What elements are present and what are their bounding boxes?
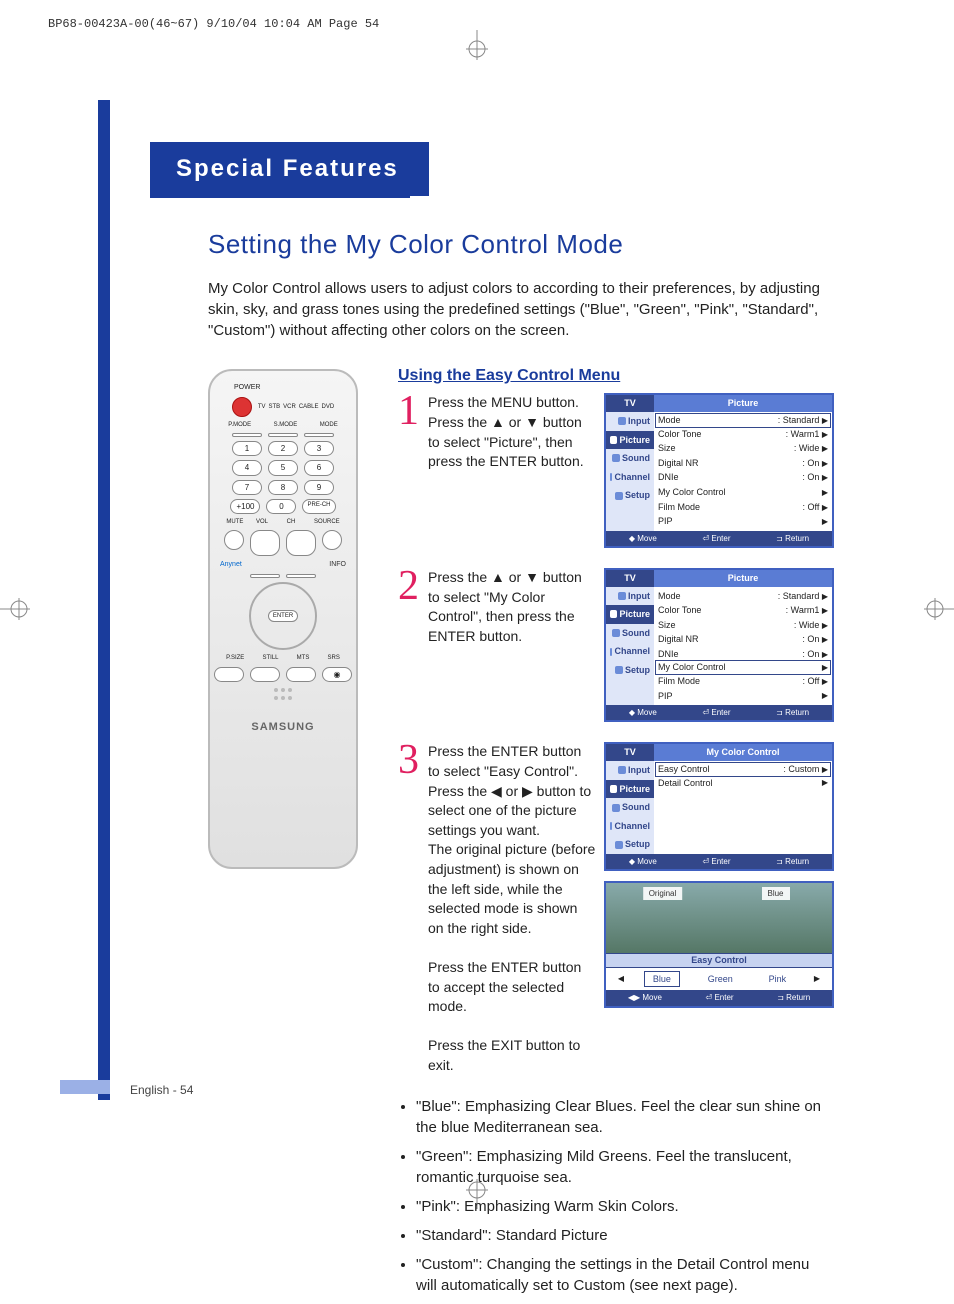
mode-description-list: "Blue": Emphasizing Clear Blues. Feel th…	[398, 1096, 834, 1296]
print-job-tag: BP68-00423A-00(46~67) 9/10/04 10:04 AM P…	[48, 16, 379, 33]
step-text: Press the ▲ or ▼ button to select "My Co…	[428, 568, 604, 646]
sub-header: Using the Easy Control Menu	[398, 365, 834, 387]
step-text: Press the ENTER button to select "Easy C…	[428, 742, 604, 1075]
power-button-icon	[232, 397, 252, 417]
intro-paragraph: My Color Control allows users to adjust …	[208, 278, 834, 341]
footer-accent	[60, 1080, 110, 1094]
remote-illustration: POWER TVSTBVCRCABLEDVD P.MODES.MODEMODE …	[208, 369, 358, 869]
list-item: "Blue": Emphasizing Clear Blues. Feel th…	[416, 1096, 834, 1138]
osd-picture-menu: TVPicture Input Picture Sound Channel Se…	[604, 393, 834, 548]
list-item: "Green": Emphasizing Mild Greens. Feel t…	[416, 1146, 834, 1188]
osd-picture-menu-highlight: TVPicture Input Picture Sound Channel Se…	[604, 568, 834, 723]
step-number: 1	[398, 393, 428, 431]
list-item: "Pink": Emphasizing Warm Skin Colors.	[416, 1196, 834, 1217]
section-title: Special Features	[150, 142, 429, 196]
list-item: "Standard": Standard Picture	[416, 1225, 834, 1246]
brand-logo: SAMSUNG	[220, 720, 346, 735]
side-rule	[98, 100, 110, 1100]
crop-mark-icon	[924, 594, 954, 624]
list-item: "Custom": Changing the settings in the D…	[416, 1254, 834, 1296]
crop-mark-icon	[462, 30, 492, 60]
page-number: English - 54	[130, 1082, 193, 1099]
page-title: Setting the My Color Control Mode	[208, 226, 834, 262]
section-rule	[150, 196, 410, 198]
step-number: 3	[398, 742, 428, 780]
step-number: 2	[398, 568, 428, 606]
osd-easy-control-preview: Original Blue Easy Control ◀ Blue Green …	[604, 881, 834, 1007]
crop-mark-icon	[0, 594, 30, 624]
step-text: Press the MENU button. Press the ▲ or ▼ …	[428, 393, 604, 471]
osd-mycolor-menu: TVMy Color Control Input Picture Sound C…	[604, 742, 834, 871]
